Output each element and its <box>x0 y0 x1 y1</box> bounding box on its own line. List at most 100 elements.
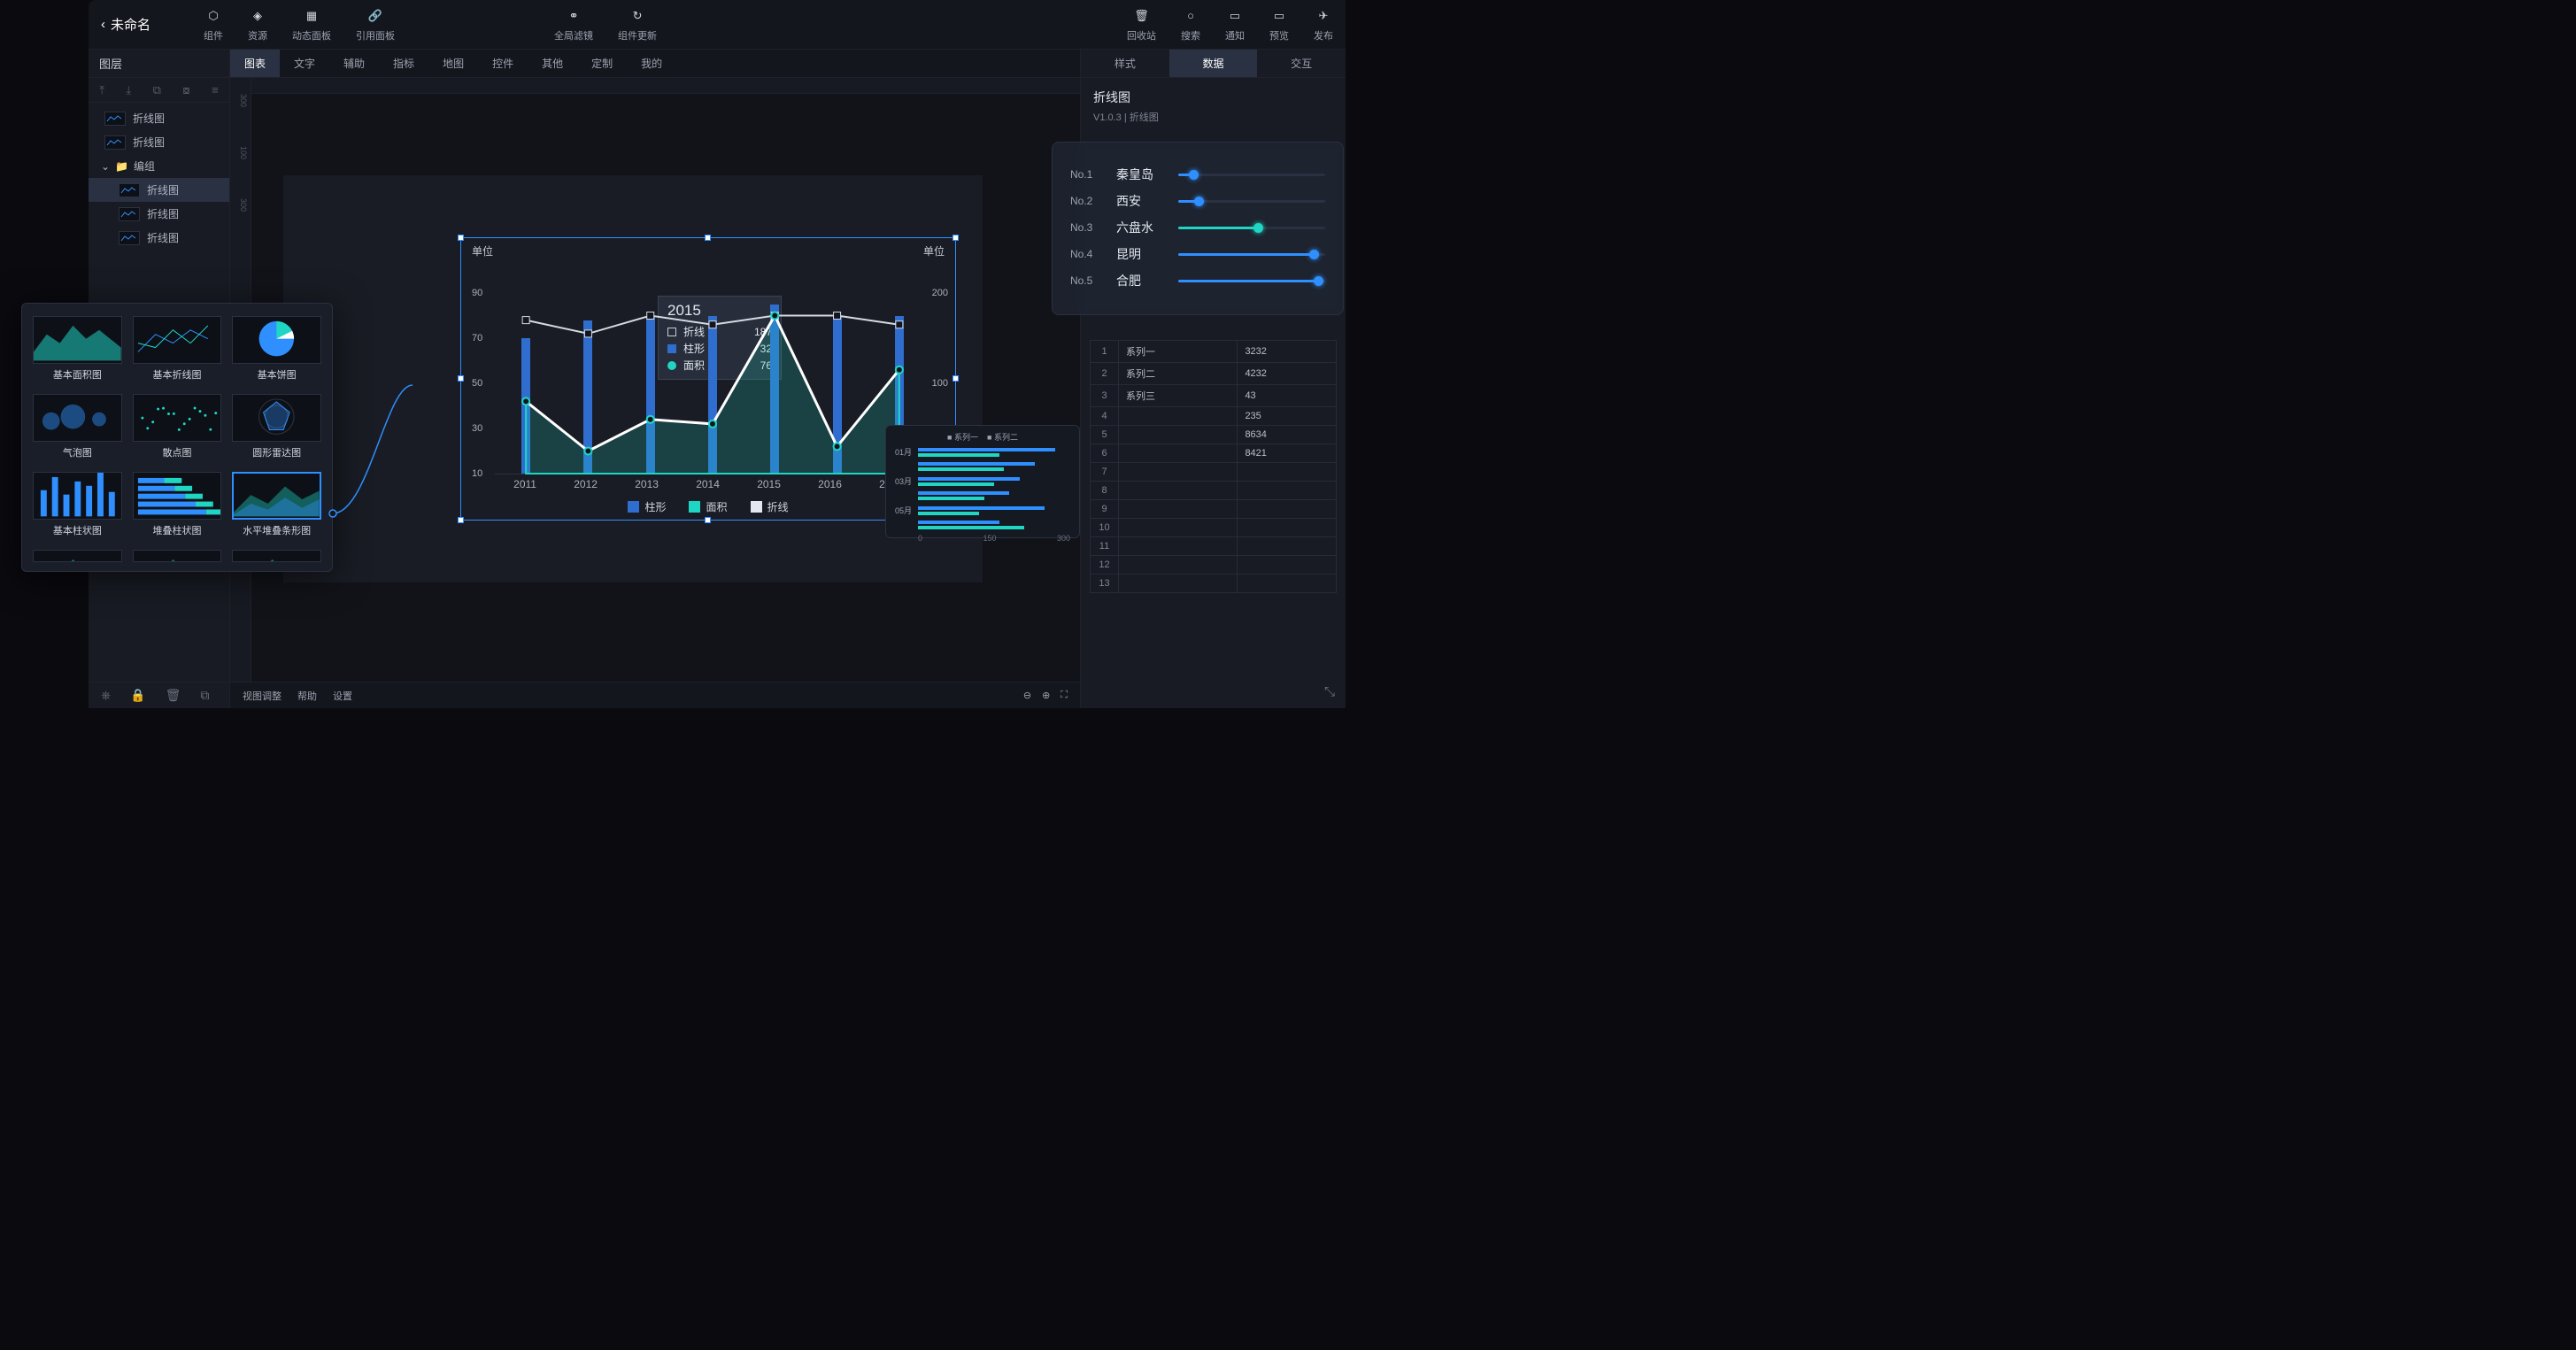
table-row[interactable]: 68421 <box>1091 444 1337 463</box>
category-tab[interactable]: 文字 <box>280 50 329 77</box>
ungroup-icon[interactable]: ⧇ <box>182 83 189 97</box>
table-row[interactable]: 12 <box>1091 556 1337 575</box>
gallery-item[interactable] <box>230 548 323 564</box>
tool-组件更新[interactable]: ↻组件更新 <box>618 7 657 42</box>
resize-handle-tr[interactable] <box>953 235 959 241</box>
pin-icon[interactable]: ⎈ <box>101 688 111 703</box>
gallery-item[interactable]: 堆叠柱状图 <box>131 470 224 544</box>
lock-icon[interactable]: 🔒 <box>130 688 145 703</box>
tool-发布[interactable]: ✈发布 <box>1314 7 1333 42</box>
tool-资源[interactable]: ◈资源 <box>248 7 267 42</box>
table-row[interactable]: 4235 <box>1091 407 1337 426</box>
inspector-tab[interactable]: 样式 <box>1081 50 1169 78</box>
chart-gallery-panel[interactable]: 基本面积图基本折线图基本饼图气泡图散点图圆形雷达图基本柱状图堆叠柱状图水平堆叠条… <box>21 303 333 572</box>
category-tab[interactable]: 图表 <box>230 50 280 77</box>
slider-knob[interactable] <box>1194 197 1204 206</box>
tool-引用面板[interactable]: 🔗引用面板 <box>356 7 395 42</box>
resize-handle-bl[interactable] <box>458 517 464 523</box>
resize-handle-bm[interactable] <box>705 517 711 523</box>
resize-handle-tm[interactable] <box>705 235 711 241</box>
layer-item[interactable]: 折线图 <box>89 226 229 250</box>
tool-全局滤镜[interactable]: ⚭全局滤镜 <box>554 7 593 42</box>
tool-通知[interactable]: ▭通知 <box>1225 7 1245 42</box>
table-row[interactable]: 11 <box>1091 537 1337 556</box>
table-row[interactable]: 7 <box>1091 463 1337 482</box>
data-table: 1系列一32322系列二42323系列三43423558634684217891… <box>1081 340 1346 593</box>
gallery-item[interactable]: 水平堆叠条形图 <box>230 470 323 544</box>
slider-knob[interactable] <box>1314 276 1323 286</box>
resize-handle-tl[interactable] <box>458 235 464 241</box>
selection-box[interactable]: 单位 单位 2015 折线187 柱形32 面积76 <box>460 237 956 521</box>
tool-回收站[interactable]: 🗑回收站 <box>1127 7 1156 42</box>
resize-handle-rm[interactable] <box>953 375 959 382</box>
layer-item[interactable]: 折线图 <box>89 130 229 154</box>
bring-front-icon[interactable]: ⤒ <box>99 83 104 97</box>
slider-row[interactable]: No.2西安 <box>1070 192 1325 210</box>
category-tab[interactable]: 地图 <box>428 50 478 77</box>
slider-knob[interactable] <box>1309 250 1319 259</box>
send-back-icon[interactable]: ⤓ <box>126 83 131 97</box>
table-row[interactable]: 8 <box>1091 482 1337 500</box>
gallery-item[interactable] <box>131 548 224 564</box>
slider-knob[interactable] <box>1253 223 1263 233</box>
table-row[interactable]: 13 <box>1091 575 1337 593</box>
slider-track[interactable] <box>1178 227 1325 229</box>
gallery-item[interactable]: 基本面积图 <box>31 314 124 389</box>
fit-icon[interactable]: ⛶ <box>1060 690 1068 701</box>
group-icon[interactable]: ⧉ <box>153 83 161 97</box>
gallery-item[interactable] <box>31 548 124 564</box>
tool-预览[interactable]: ▭预览 <box>1269 7 1289 42</box>
inspector-tab[interactable]: 交互 <box>1257 50 1346 78</box>
slider-knob[interactable] <box>1189 170 1199 180</box>
gallery-item[interactable]: 基本折线图 <box>131 314 224 389</box>
slider-track[interactable] <box>1178 174 1325 176</box>
category-tab[interactable]: 指标 <box>379 50 428 77</box>
resize-handle-lm[interactable] <box>458 375 464 382</box>
settings-button[interactable]: 设置 <box>333 689 352 703</box>
category-tab[interactable]: 定制 <box>577 50 627 77</box>
category-tab[interactable]: 控件 <box>478 50 528 77</box>
category-tab[interactable]: 我的 <box>627 50 676 77</box>
category-tab[interactable]: 其他 <box>528 50 577 77</box>
slider-track[interactable] <box>1178 253 1325 256</box>
list-icon[interactable]: ≡ <box>212 83 219 96</box>
tool-组件[interactable]: ⬡组件 <box>204 7 223 42</box>
tool-icon: ⚭ <box>565 7 582 25</box>
slider-row[interactable]: No.4昆明 <box>1070 245 1325 263</box>
gallery-item[interactable]: 基本柱状图 <box>31 470 124 544</box>
layer-group[interactable]: ⌄📁编组 <box>89 154 229 178</box>
table-row[interactable]: 2系列二4232 <box>1091 363 1337 385</box>
resize-icon[interactable]: ⤡ <box>1324 684 1335 699</box>
copy-icon[interactable]: ⧉ <box>200 688 209 703</box>
layer-item[interactable]: 折线图 <box>89 178 229 202</box>
table-row[interactable]: 10 <box>1091 519 1337 537</box>
slider-track[interactable] <box>1178 200 1325 203</box>
gallery-item[interactable]: 基本饼图 <box>230 314 323 389</box>
slider-row[interactable]: No.3六盘水 <box>1070 219 1325 236</box>
mini-horizontal-bar-chart[interactable]: ■ 系列一■ 系列二 01月03月05月 0150300 <box>885 425 1080 538</box>
inspector-tab[interactable]: 数据 <box>1169 50 1258 78</box>
view-adjust-button[interactable]: 视图调整 <box>243 689 282 703</box>
slider-row[interactable]: No.5合肥 <box>1070 272 1325 289</box>
category-tab[interactable]: 辅助 <box>329 50 379 77</box>
help-button[interactable]: 帮助 <box>297 689 317 703</box>
slider-row[interactable]: No.1秦皇岛 <box>1070 166 1325 183</box>
slider-track[interactable] <box>1178 280 1325 282</box>
layer-item[interactable]: 折线图 <box>89 202 229 226</box>
table-row[interactable]: 9 <box>1091 500 1337 519</box>
gallery-item[interactable]: 气泡图 <box>31 392 124 467</box>
zoom-in-icon[interactable]: ⊕ <box>1042 690 1050 701</box>
table-row[interactable]: 58634 <box>1091 426 1337 444</box>
swatch-icon <box>689 501 700 513</box>
table-row[interactable]: 1系列一3232 <box>1091 341 1337 363</box>
delete-icon[interactable]: 🗑 <box>166 688 181 703</box>
zoom-out-icon[interactable]: ⊖ <box>1023 690 1031 701</box>
table-row[interactable]: 3系列三43 <box>1091 385 1337 407</box>
gallery-item[interactable]: 散点图 <box>131 392 224 467</box>
layer-item[interactable]: 折线图 <box>89 106 229 130</box>
gallery-item[interactable]: 圆形雷达图 <box>230 392 323 467</box>
canvas[interactable]: 单位 单位 2015 折线187 柱形32 面积76 <box>283 175 983 582</box>
tool-动态面板[interactable]: ▦动态面板 <box>292 7 331 42</box>
back-button[interactable]: ‹ 未命名 <box>101 15 150 34</box>
tool-搜索[interactable]: ○搜索 <box>1181 7 1200 42</box>
